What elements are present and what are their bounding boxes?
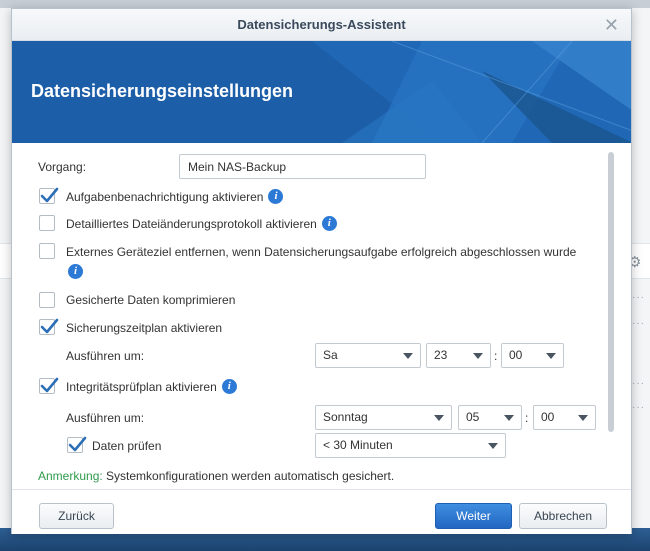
backup-wizard-dialog: Datensicherungs-Assistent ✕ Datensicheru…	[11, 8, 632, 534]
scrollbar[interactable]	[608, 152, 614, 432]
integrity-checkbox[interactable]	[39, 377, 59, 394]
checkmark-icon	[68, 436, 87, 452]
schedule-minute-value: 00	[509, 348, 523, 362]
dialog-title: Datensicherungs-Assistent	[237, 17, 406, 32]
info-icon[interactable]: i	[268, 189, 284, 204]
remove-external-checkbox[interactable]	[39, 243, 55, 259]
chevron-down-icon	[578, 415, 588, 421]
verify-data-row: Daten prüfen	[92, 439, 161, 453]
info-icon[interactable]: i	[68, 264, 83, 279]
integrity-row: Integritätsprüfplan aktivieren i	[66, 379, 237, 394]
verify-data-checkbox[interactable]	[67, 436, 87, 453]
back-button[interactable]: Zurück	[39, 503, 114, 529]
change-log-row: Detailliertes Dateiänderungsprotokoll ak…	[66, 216, 337, 231]
schedule-day-value: Sa	[323, 348, 338, 362]
background-divider: ···	[632, 292, 645, 303]
integrity-hour-select[interactable]: 05	[458, 405, 522, 430]
vorgang-input[interactable]	[179, 154, 426, 179]
schedule-hour-value: 23	[434, 348, 448, 362]
vorgang-row: Vorgang:	[38, 160, 86, 174]
note-text: Systemkonfigurationen werden automatisch…	[106, 469, 395, 483]
background-top-bar	[0, 0, 650, 8]
schedule-run-row: Ausführen um:	[66, 349, 144, 363]
schedule-checkbox[interactable]	[39, 318, 59, 335]
remove-external-row: Externes Geräteziel entfernen, wenn Date…	[66, 245, 576, 259]
integrity-day-value: Sonntag	[323, 410, 368, 424]
dialog-titlebar[interactable]: Datensicherungs-Assistent ✕	[12, 9, 631, 41]
time-separator: :	[525, 411, 529, 425]
notification-checkbox[interactable]	[39, 187, 59, 204]
note: Anmerkung: Systemkonfigurationen werden …	[38, 469, 394, 483]
compress-row: Gesicherte Daten komprimieren	[66, 293, 235, 307]
background-divider: ···	[632, 378, 645, 389]
integrity-minute-value: 00	[541, 410, 555, 424]
verify-data-label: Daten prüfen	[92, 439, 162, 453]
integrity-day-select[interactable]: Sonntag	[315, 405, 452, 430]
chevron-down-icon	[434, 415, 444, 421]
change-log-checkbox[interactable]	[39, 215, 55, 231]
compress-checkbox[interactable]	[39, 292, 55, 308]
notification-label: Aufgabenbenachrichtigung aktivieren	[66, 189, 264, 204]
chevron-down-icon	[473, 353, 483, 359]
checkmark-icon	[40, 318, 59, 334]
checkmark-icon	[40, 187, 59, 203]
notification-row: Aufgabenbenachrichtigung aktivieren i	[66, 189, 284, 204]
verify-duration-value: < 30 Minuten	[323, 438, 393, 452]
cancel-button[interactable]: Abbrechen	[519, 503, 607, 529]
note-key: Anmerkung:	[38, 469, 103, 483]
schedule-row: Sicherungszeitplan aktivieren	[66, 321, 222, 335]
close-icon[interactable]: ✕	[604, 9, 619, 41]
integrity-run-label: Ausführen um:	[66, 411, 145, 425]
remove-external-info-row: i	[63, 264, 83, 279]
checkmark-icon	[40, 377, 59, 393]
banner-title: Datensicherungseinstellungen	[31, 81, 294, 101]
wizard-banner: Datensicherungseinstellungen	[12, 41, 631, 143]
chevron-down-icon	[504, 415, 514, 421]
info-icon[interactable]: i	[321, 216, 337, 231]
schedule-minute-select[interactable]: 00	[501, 343, 564, 368]
integrity-run-row: Ausführen um:	[66, 411, 144, 425]
dialog-footer: Zurück Weiter Abbrechen	[12, 489, 631, 534]
vorgang-label: Vorgang:	[38, 160, 87, 174]
schedule-hour-select[interactable]: 23	[426, 343, 491, 368]
background-divider: ···	[632, 318, 645, 329]
chevron-down-icon	[488, 443, 498, 449]
time-separator: :	[494, 349, 498, 363]
info-icon[interactable]: i	[221, 379, 237, 394]
verify-duration-select[interactable]: < 30 Minuten	[315, 433, 506, 458]
compress-label: Gesicherte Daten komprimieren	[66, 293, 236, 307]
integrity-hour-value: 05	[466, 410, 480, 424]
chevron-down-icon	[546, 353, 556, 359]
settings-form: Vorgang: Aufgabenbenachrichtigung aktivi…	[12, 143, 633, 489]
chevron-down-icon	[403, 353, 413, 359]
integrity-label: Integritätsprüfplan aktivieren	[66, 379, 217, 394]
next-button[interactable]: Weiter	[435, 503, 512, 529]
integrity-minute-select[interactable]: 00	[533, 405, 596, 430]
schedule-day-select[interactable]: Sa	[315, 343, 421, 368]
background-divider: ···	[632, 402, 645, 413]
schedule-run-label: Ausführen um:	[66, 349, 145, 363]
remove-external-label: Externes Geräteziel entfernen, wenn Date…	[66, 245, 577, 259]
schedule-label: Sicherungszeitplan aktivieren	[66, 321, 223, 335]
change-log-label: Detailliertes Dateiänderungsprotokoll ak…	[66, 216, 317, 231]
